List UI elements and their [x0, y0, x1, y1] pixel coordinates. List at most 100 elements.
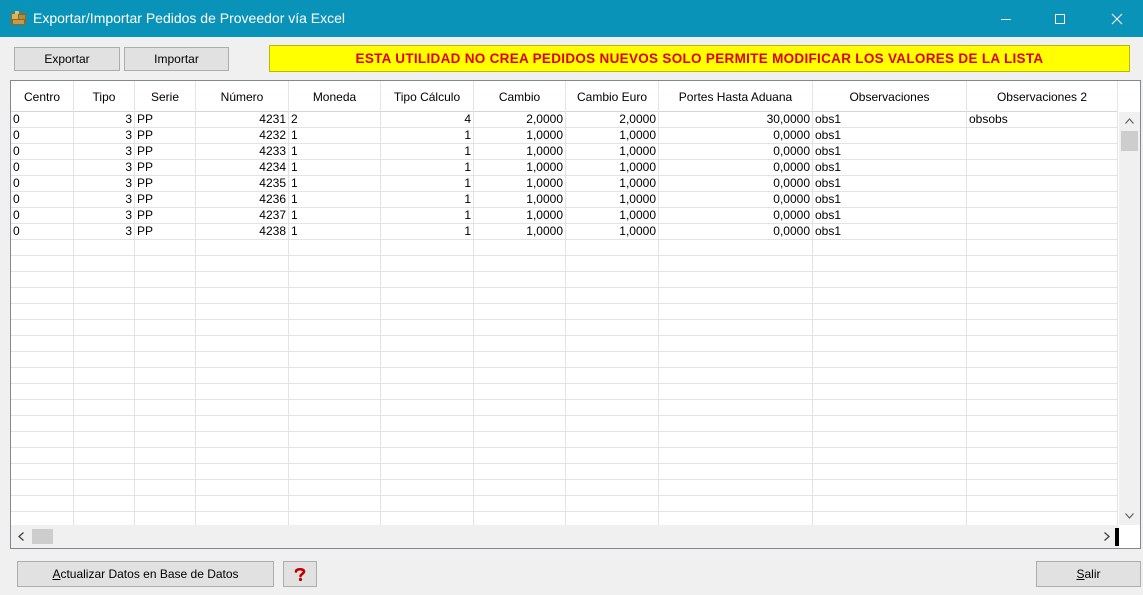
cell-observaciones-2[interactable] — [967, 176, 1118, 192]
cell-observaciones-2[interactable] — [967, 432, 1118, 448]
cell-tipo[interactable] — [74, 512, 135, 525]
cell-observaciones-2[interactable] — [967, 512, 1118, 525]
cell-observaciones-2[interactable] — [967, 144, 1118, 160]
cell-observaciones[interactable] — [813, 352, 967, 368]
table-row[interactable] — [11, 496, 1118, 512]
cell-observaciones[interactable] — [813, 496, 967, 512]
cell-numero[interactable] — [196, 240, 289, 256]
cell-centro[interactable]: 0 — [11, 224, 74, 240]
cell-cambio[interactable]: 1,0000 — [474, 224, 566, 240]
table-row[interactable] — [11, 480, 1118, 496]
cell-tipo[interactable]: 3 — [74, 176, 135, 192]
cell-cambio[interactable] — [474, 320, 566, 336]
cell-observaciones-2[interactable]: obsobs — [967, 112, 1118, 128]
actualizar-datos-button[interactable]: Actualizar Datos en Base de Datos — [17, 561, 274, 587]
cell-cambio[interactable] — [474, 384, 566, 400]
cell-cambio-euro[interactable] — [566, 448, 659, 464]
cell-cambio[interactable] — [474, 496, 566, 512]
cell-tipo[interactable] — [74, 480, 135, 496]
cell-tipo-calculo[interactable] — [381, 352, 474, 368]
cell-tipo-calculo[interactable] — [381, 416, 474, 432]
cell-moneda[interactable] — [289, 480, 381, 496]
table-row[interactable] — [11, 352, 1118, 368]
cell-centro[interactable] — [11, 448, 74, 464]
cell-centro[interactable] — [11, 336, 74, 352]
cell-serie[interactable]: PP — [135, 128, 196, 144]
cell-observaciones-2[interactable] — [967, 128, 1118, 144]
importar-button[interactable]: Importar — [124, 47, 229, 71]
cell-observaciones-2[interactable] — [967, 352, 1118, 368]
cell-numero[interactable] — [196, 272, 289, 288]
cell-portes-hasta-aduana[interactable] — [659, 320, 813, 336]
cell-centro[interactable] — [11, 416, 74, 432]
cell-moneda[interactable]: 1 — [289, 224, 381, 240]
cell-portes-hasta-aduana[interactable] — [659, 256, 813, 272]
cell-tipo[interactable] — [74, 352, 135, 368]
cell-cambio[interactable] — [474, 512, 566, 525]
cell-centro[interactable] — [11, 496, 74, 512]
cell-observaciones-2[interactable] — [967, 368, 1118, 384]
cell-centro[interactable] — [11, 288, 74, 304]
cell-numero[interactable]: 4233 — [196, 144, 289, 160]
cell-observaciones[interactable] — [813, 416, 967, 432]
cell-portes-hasta-aduana[interactable] — [659, 336, 813, 352]
cell-tipo-calculo[interactable] — [381, 496, 474, 512]
table-row[interactable]: 0 3 PP 4234 1 1 1,0000 1,0000 0,0000 obs1 — [11, 160, 1118, 176]
cell-tipo-calculo[interactable] — [381, 288, 474, 304]
cell-moneda[interactable]: 1 — [289, 160, 381, 176]
cell-centro[interactable] — [11, 320, 74, 336]
column-header-tipo[interactable]: Tipo — [74, 81, 135, 112]
cell-centro[interactable] — [11, 272, 74, 288]
cell-cambio-euro[interactable] — [566, 272, 659, 288]
cell-centro[interactable] — [11, 432, 74, 448]
cell-observaciones-2[interactable] — [967, 256, 1118, 272]
cell-cambio[interactable] — [474, 448, 566, 464]
cell-centro[interactable] — [11, 400, 74, 416]
cell-tipo-calculo[interactable] — [381, 368, 474, 384]
cell-numero[interactable] — [196, 368, 289, 384]
cell-numero[interactable] — [196, 496, 289, 512]
cell-cambio[interactable]: 1,0000 — [474, 208, 566, 224]
cell-observaciones-2[interactable] — [967, 320, 1118, 336]
cell-serie[interactable] — [135, 480, 196, 496]
cell-observaciones[interactable]: obs1 — [813, 192, 967, 208]
cell-tipo[interactable] — [74, 256, 135, 272]
cell-cambio-euro[interactable] — [566, 496, 659, 512]
cell-moneda[interactable]: 1 — [289, 192, 381, 208]
cell-portes-hasta-aduana[interactable] — [659, 432, 813, 448]
cell-observaciones[interactable] — [813, 272, 967, 288]
cell-tipo[interactable]: 3 — [74, 128, 135, 144]
cell-tipo-calculo[interactable] — [381, 272, 474, 288]
cell-cambio-euro[interactable] — [566, 256, 659, 272]
cell-portes-hasta-aduana[interactable] — [659, 304, 813, 320]
table-row[interactable] — [11, 368, 1118, 384]
cell-serie[interactable] — [135, 368, 196, 384]
cell-tipo-calculo[interactable] — [381, 384, 474, 400]
cell-portes-hasta-aduana[interactable]: 0,0000 — [659, 208, 813, 224]
table-row[interactable] — [11, 464, 1118, 480]
cell-numero[interactable] — [196, 448, 289, 464]
cell-portes-hasta-aduana[interactable] — [659, 464, 813, 480]
cell-observaciones[interactable] — [813, 304, 967, 320]
cell-observaciones[interactable] — [813, 464, 967, 480]
cell-cambio-euro[interactable] — [566, 432, 659, 448]
cell-portes-hasta-aduana[interactable]: 30,0000 — [659, 112, 813, 128]
cell-moneda[interactable] — [289, 320, 381, 336]
cell-observaciones[interactable] — [813, 320, 967, 336]
cell-moneda[interactable] — [289, 400, 381, 416]
cell-cambio-euro[interactable] — [566, 240, 659, 256]
cell-moneda[interactable] — [289, 448, 381, 464]
cell-observaciones[interactable] — [813, 256, 967, 272]
cell-portes-hasta-aduana[interactable] — [659, 240, 813, 256]
cell-tipo[interactable] — [74, 368, 135, 384]
table-row[interactable] — [11, 512, 1118, 525]
cell-numero[interactable] — [196, 288, 289, 304]
cell-observaciones[interactable] — [813, 336, 967, 352]
cell-cambio[interactable] — [474, 256, 566, 272]
cell-tipo-calculo[interactable] — [381, 336, 474, 352]
cell-observaciones[interactable] — [813, 384, 967, 400]
cell-tipo[interactable]: 3 — [74, 224, 135, 240]
cell-cambio[interactable]: 1,0000 — [474, 176, 566, 192]
column-header-centro[interactable]: Centro — [11, 81, 74, 112]
cell-observaciones-2[interactable] — [967, 304, 1118, 320]
